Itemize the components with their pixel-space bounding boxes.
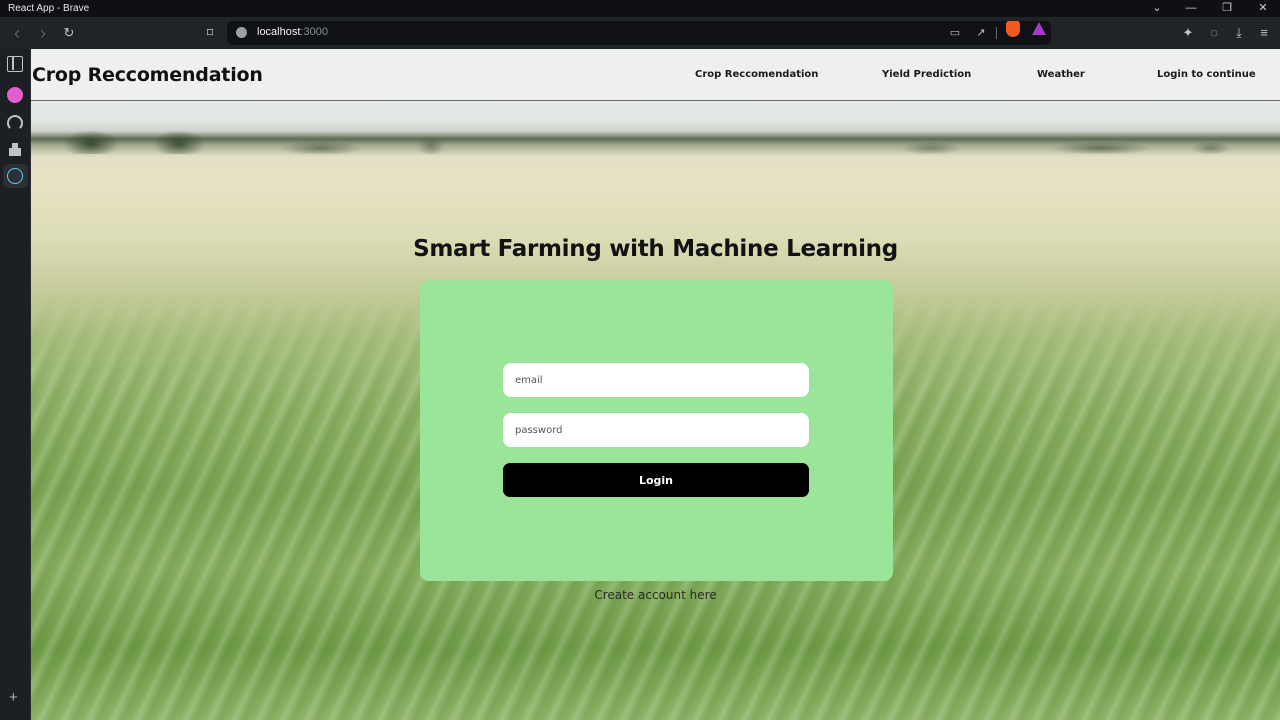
address-bar[interactable]: localhost:3000 ▭ ↗ [227, 21, 1051, 45]
react-icon [7, 168, 23, 184]
forward-icon[interactable]: › [34, 24, 52, 42]
sidebar-panel-icon[interactable] [7, 56, 23, 72]
wallet-icon[interactable] [7, 142, 23, 158]
menu-icon[interactable]: ≡ [1255, 24, 1273, 42]
tab-search-chevron-icon[interactable]: ⌄ [1142, 1, 1172, 16]
web-page: Crop Reccomendation Crop Reccomendation … [31, 49, 1280, 720]
login-card: Login [420, 280, 893, 581]
window-titlebar: React App - Brave ⌄ — ❐ ✕ [0, 0, 1280, 17]
password-input[interactable] [503, 413, 809, 447]
background-field-image [31, 124, 1280, 154]
brand-logo[interactable]: Crop Reccomendation [32, 64, 263, 86]
divider [996, 27, 997, 39]
bookmark-icon[interactable]: ⌑ [201, 24, 219, 42]
login-button[interactable]: Login [503, 463, 809, 497]
add-sidebar-item-icon[interactable]: + [9, 689, 18, 706]
url-host: localhost [257, 26, 301, 38]
brave-rewards-icon[interactable] [1032, 22, 1046, 35]
create-account-link[interactable]: Create account here [31, 588, 1280, 602]
extensions-icon[interactable]: ✦ [1179, 24, 1197, 42]
close-window-button[interactable]: ✕ [1248, 1, 1278, 16]
cast-icon[interactable]: ▭ [947, 25, 963, 41]
back-icon[interactable]: ‹ [8, 24, 26, 42]
window-title: React App - Brave [8, 3, 90, 14]
restore-button[interactable]: ❐ [1212, 1, 1242, 16]
leo-ai-icon[interactable]: ◌ [1205, 24, 1223, 42]
nav-yield-prediction[interactable]: Yield Prediction [882, 69, 971, 80]
page-headline: Smart Farming with Machine Learning [413, 236, 898, 262]
nav-crop-recommendation[interactable]: Crop Reccomendation [695, 69, 818, 80]
site-info-icon[interactable] [236, 27, 247, 38]
react-devtools-button[interactable] [3, 164, 28, 188]
share-icon[interactable]: ↗ [973, 25, 989, 41]
minimize-button[interactable]: — [1176, 1, 1206, 16]
reload-icon[interactable]: ↻ [60, 24, 78, 42]
brave-shields-icon[interactable] [1006, 21, 1020, 37]
navbar: Crop Reccomendation Crop Reccomendation … [31, 49, 1280, 101]
nav-login[interactable]: Login to continue [1157, 69, 1256, 80]
nav-weather[interactable]: Weather [1037, 69, 1085, 80]
downloads-icon[interactable]: ⤓ [1230, 24, 1248, 42]
url-port: :3000 [300, 26, 328, 38]
browser-toolbar: ‹ › ↻ ⌑ localhost:3000 ▭ ↗ ✦ ◌ ⤓ ≡ [0, 17, 1280, 49]
url-text[interactable]: localhost:3000 [257, 26, 328, 38]
speed-dial-icon[interactable] [7, 115, 23, 131]
pink-extension-icon[interactable] [7, 87, 23, 103]
browser-sidebar: + [0, 49, 31, 720]
email-input[interactable] [503, 363, 809, 397]
